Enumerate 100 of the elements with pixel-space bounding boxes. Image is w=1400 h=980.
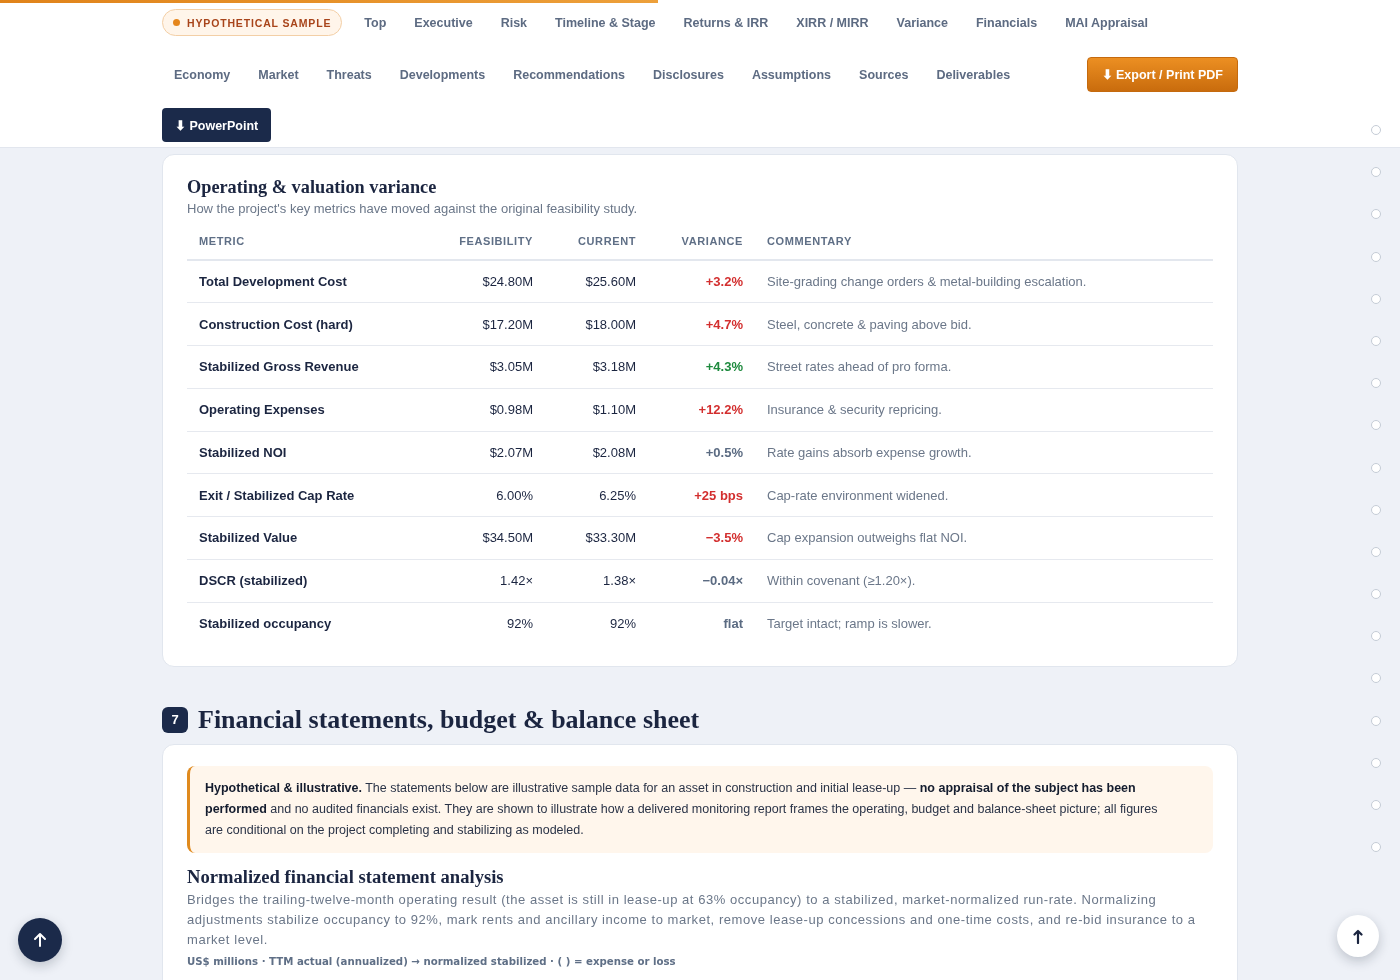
nav-link[interactable]: Risk xyxy=(488,10,540,35)
metric-cell: Construction Cost (hard) xyxy=(187,302,440,346)
disclaimer-callout: Hypothetical & illustrative. The statements below are illustrative sample data for an asset in construction and initial lease-up — no appraisal of the subject has been performed and no audited financials exist. They are shown to illustrate how a delivered monitoring report frames the operating, budget and balance-sheet picture; all figures are conditional on the project completing and stabilizing as modeled. xyxy=(187,765,1213,853)
commentary-cell: Street rates ahead of pro forma. xyxy=(755,345,1213,389)
commentary-cell: Site-grading change orders & metal-building escalation. xyxy=(755,260,1213,303)
nav-link[interactable]: Deliverables xyxy=(924,62,1023,87)
nav-link[interactable]: Market xyxy=(246,62,311,87)
nav-link[interactable]: Developments xyxy=(387,62,498,87)
column-header: CURRENT xyxy=(545,225,648,260)
value-cell: 92% xyxy=(440,602,545,645)
section-dot[interactable] xyxy=(1371,842,1381,853)
nav-link[interactable]: Sources xyxy=(847,62,921,87)
variance-cell: +4.3% xyxy=(648,345,755,389)
section-dot[interactable] xyxy=(1371,335,1381,346)
value-cell: $0.98M xyxy=(440,388,545,431)
section-dot[interactable] xyxy=(1371,293,1381,304)
subheading: Normalized financial statement analysis xyxy=(187,864,505,889)
metric-cell: Stabilized occupancy xyxy=(187,602,440,645)
variance-cell: −0.04× xyxy=(648,559,755,602)
value-cell: $18.00M xyxy=(545,302,648,346)
commentary-cell: Target intact; ramp is slower. xyxy=(755,602,1213,645)
value-cell: $1.10M xyxy=(545,388,648,431)
section-dot[interactable] xyxy=(1371,167,1381,178)
value-cell: 92% xyxy=(545,602,648,645)
value-cell: 6.25% xyxy=(545,473,648,517)
column-header: METRIC xyxy=(187,225,440,260)
arrow-up-icon xyxy=(32,932,48,948)
back-to-top-button[interactable] xyxy=(18,918,62,962)
value-cell: $3.18M xyxy=(545,345,648,389)
section-dot[interactable] xyxy=(1371,757,1381,768)
scroll-up-button[interactable] xyxy=(1337,915,1379,957)
value-cell: 1.42× xyxy=(440,559,545,602)
nav-link[interactable]: Top xyxy=(352,10,399,35)
nav-link[interactable]: Disclosures xyxy=(641,62,736,87)
commentary-cell: Cap-rate environment widened. xyxy=(755,473,1213,517)
section-dot[interactable] xyxy=(1371,589,1381,600)
nav-link[interactable]: Variance xyxy=(884,10,960,35)
column-header: VARIANCE xyxy=(648,225,755,260)
section-dot[interactable] xyxy=(1371,504,1381,515)
nav-link[interactable]: XIRR / MIRR xyxy=(784,10,881,35)
section-dot[interactable] xyxy=(1371,251,1381,262)
section-dot[interactable] xyxy=(1371,125,1381,135)
export-pdf-button[interactable]: ⬇ Export / Print PDF xyxy=(1086,57,1238,92)
column-header: COMMENTARY xyxy=(755,225,1213,260)
value-cell: 1.38× xyxy=(545,559,648,602)
powerpoint-button[interactable]: ⬇ PowerPoint xyxy=(162,108,272,142)
dot-icon xyxy=(173,19,180,26)
section-title: Financial statements, budget & balance sheet xyxy=(198,704,700,735)
value-cell: $2.08M xyxy=(545,431,648,474)
variance-cell: +0.5% xyxy=(648,431,755,474)
commentary-cell: Rate gains absorb expense growth. xyxy=(755,431,1213,474)
section-dot[interactable] xyxy=(1371,378,1381,389)
units-note: US$ millions · TTM actual (annualized) → normalized stabilized · ( ) = expense or loss xyxy=(187,954,677,969)
nav-link[interactable]: Economy xyxy=(162,62,243,87)
metric-cell: Stabilized Gross Revenue xyxy=(187,345,440,389)
value-cell: $25.60M xyxy=(545,260,648,303)
section-dot[interactable] xyxy=(1371,800,1381,810)
card-subtitle: How the project's key metrics have moved against the original feasibility study. xyxy=(187,200,639,218)
section-dot[interactable] xyxy=(1371,715,1381,726)
variance-cell: +4.7% xyxy=(648,302,755,346)
value-cell: $17.20M xyxy=(440,302,545,346)
metric-cell: Stabilized NOI xyxy=(187,431,440,474)
variance-cell: +3.2% xyxy=(648,260,755,303)
section-dot[interactable] xyxy=(1371,420,1381,431)
section-dot[interactable] xyxy=(1371,631,1381,642)
section-number: 7 xyxy=(162,706,188,733)
metric-cell: DSCR (stabilized) xyxy=(187,559,440,602)
column-header: FEASIBILITY xyxy=(440,225,545,260)
nav-link[interactable]: Returns & IRR xyxy=(671,10,781,35)
variance-cell: +25 bps xyxy=(648,473,755,517)
metric-cell: Exit / Stabilized Cap Rate xyxy=(187,473,440,517)
variance-cell: −3.5% xyxy=(648,516,755,560)
nav-link[interactable]: Timeline & Stage xyxy=(543,10,668,35)
section-dot[interactable] xyxy=(1371,462,1381,473)
nav-link[interactable]: MAI Appraisal xyxy=(1053,10,1160,35)
value-cell: $3.05M xyxy=(440,345,545,389)
commentary-cell: Insurance & security repricing. xyxy=(755,388,1213,431)
section-dot[interactable] xyxy=(1371,209,1381,220)
nav-link[interactable]: Financials xyxy=(964,10,1050,35)
commentary-cell: Steel, concrete & paving above bid. xyxy=(755,302,1213,346)
section-dot[interactable] xyxy=(1371,673,1381,684)
nav-link[interactable]: Recommendations xyxy=(501,62,637,87)
card-title: Operating & valuation variance xyxy=(187,176,438,199)
nav-link[interactable]: Threats xyxy=(314,62,384,87)
metric-cell: Total Development Cost xyxy=(187,260,440,303)
badge-label: HYPOTHETICAL SAMPLE xyxy=(187,16,332,29)
metric-cell: Operating Expenses xyxy=(187,388,440,431)
analysis-paragraph: Bridges the trailing-twelve-month operating result (the asset is still in lease-up at 63% occupancy) to a stabilized, market-normalized run-rate. Normalizing adjustments stabilize occupancy to 92%, mark rents and ancillary income to market, remove lease-up concessions and one-time costs, and re-bid insurance to a market level. xyxy=(187,890,1197,949)
metric-cell: Stabilized Value xyxy=(187,516,440,560)
nav-link[interactable]: Assumptions xyxy=(739,62,844,87)
value-cell: $33.30M xyxy=(545,516,648,560)
arrow-up-icon xyxy=(1353,928,1363,944)
commentary-cell: Cap expansion outweighs flat NOI. xyxy=(755,516,1213,560)
value-cell: $2.07M xyxy=(440,431,545,474)
value-cell: $34.50M xyxy=(440,516,545,560)
variance-cell: flat xyxy=(648,602,755,645)
value-cell: 6.00% xyxy=(440,473,545,517)
variance-cell: +12.2% xyxy=(648,388,755,431)
nav-link[interactable]: Executive xyxy=(402,10,485,35)
section-dot[interactable] xyxy=(1371,546,1381,557)
